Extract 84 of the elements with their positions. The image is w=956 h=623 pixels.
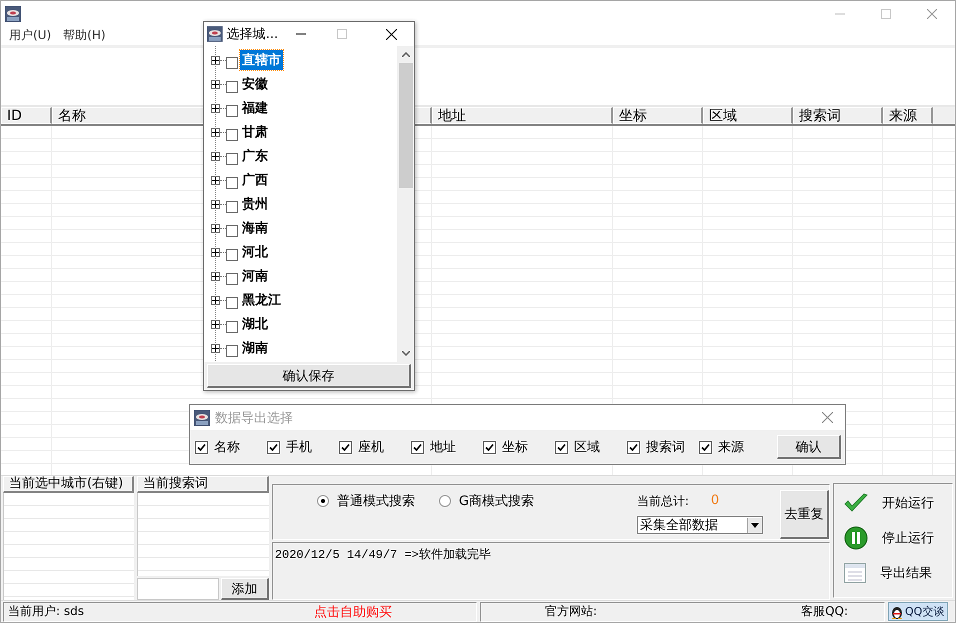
dropdown-arrow-icon bbox=[750, 522, 759, 528]
pause-icon bbox=[844, 526, 868, 550]
column-header[interactable]: 搜索词 bbox=[793, 107, 883, 124]
qq-chat-button[interactable]: QQ交谈 bbox=[888, 602, 948, 621]
checkbox[interactable] bbox=[226, 153, 238, 165]
tree-item[interactable]: 河北 bbox=[240, 242, 270, 262]
search-mode-radio[interactable]: 普通模式搜索 bbox=[316, 492, 415, 510]
checkbox[interactable] bbox=[226, 273, 238, 285]
checkbox[interactable] bbox=[226, 177, 238, 189]
action-button[interactable]: 导出结果 bbox=[844, 560, 952, 586]
app-icon bbox=[5, 6, 21, 22]
checkbox[interactable] bbox=[226, 57, 238, 69]
tree-item[interactable]: 海南 bbox=[240, 218, 270, 238]
scrollbar[interactable] bbox=[397, 46, 414, 362]
scroll-down-icon[interactable] bbox=[402, 351, 410, 356]
menu-item[interactable]: 帮助(H) bbox=[57, 27, 112, 44]
log-line: 2020/12/5 14/49/7 =>软件加载完毕 bbox=[274, 546, 492, 563]
column-header[interactable]: 当前搜索词 bbox=[136, 476, 269, 493]
tree-item[interactable]: 直辖市 bbox=[240, 50, 283, 70]
menu-item[interactable]: 用户(U) bbox=[3, 27, 58, 44]
tree-item[interactable]: 湖北 bbox=[240, 314, 270, 334]
export-field-checkbox[interactable]: 手机 bbox=[267, 438, 339, 456]
checkbox[interactable] bbox=[226, 297, 238, 309]
checkmark-icon bbox=[341, 442, 350, 452]
checkbox[interactable] bbox=[226, 81, 238, 93]
checkbox[interactable] bbox=[226, 321, 238, 333]
search-mode-radio[interactable]: G商模式搜索 bbox=[438, 492, 534, 510]
export-field-checkbox[interactable]: 搜索词 bbox=[627, 438, 699, 456]
tree-item[interactable]: 湖南 bbox=[240, 338, 270, 358]
tree-item[interactable]: 安徽 bbox=[240, 74, 270, 94]
tree-item[interactable]: 福建 bbox=[240, 98, 270, 118]
column-header[interactable]: 区域 bbox=[703, 107, 793, 124]
list-icon bbox=[844, 563, 866, 583]
tree-item[interactable]: 甘肃 bbox=[240, 122, 270, 142]
export-field-checkbox[interactable]: 坐标 bbox=[483, 438, 555, 456]
penguin-icon bbox=[891, 604, 903, 618]
action-button[interactable]: 停止运行 bbox=[844, 525, 952, 551]
checkbox[interactable] bbox=[226, 249, 238, 261]
total-count: 0 bbox=[710, 493, 720, 510]
column-header[interactable]: 来源 bbox=[883, 107, 933, 124]
close-icon[interactable] bbox=[386, 28, 397, 40]
scroll-up-icon[interactable] bbox=[402, 52, 410, 57]
checkmark-icon bbox=[485, 442, 494, 452]
checkmark-icon bbox=[413, 442, 422, 452]
export-field-checkbox[interactable]: 地址 bbox=[411, 438, 483, 456]
keyword-input[interactable] bbox=[136, 578, 219, 600]
tree-item[interactable]: 广西 bbox=[240, 170, 270, 190]
collect-dropdown[interactable]: 采集全部数据 bbox=[636, 516, 763, 534]
app-icon bbox=[207, 26, 223, 42]
checkmark-icon bbox=[844, 493, 868, 513]
export-field-checkbox[interactable]: 来源 bbox=[699, 438, 771, 456]
tree-item[interactable]: 广东 bbox=[240, 146, 270, 166]
tree-item[interactable]: 贵州 bbox=[240, 194, 270, 214]
action-button[interactable]: 开始运行 bbox=[844, 490, 952, 516]
tree-item[interactable]: 黑龙江 bbox=[240, 290, 283, 310]
checkbox[interactable] bbox=[226, 225, 238, 237]
current-user-text: 当前用户: sds bbox=[8, 603, 84, 620]
checkmark-icon bbox=[701, 442, 710, 452]
dialog-title: 数据导出选择 bbox=[215, 410, 293, 426]
checkmark-icon bbox=[557, 442, 566, 452]
save-button[interactable]: 确认保存 bbox=[207, 364, 411, 388]
checkbox[interactable] bbox=[226, 129, 238, 141]
app-icon bbox=[194, 410, 210, 426]
website-text: 官方网站: bbox=[545, 603, 598, 620]
checkmark-icon bbox=[269, 442, 278, 452]
column-header[interactable]: 坐标 bbox=[613, 107, 703, 124]
export-field-checkbox[interactable]: 区域 bbox=[555, 438, 627, 456]
support-qq-text: 客服QQ: bbox=[801, 603, 848, 620]
column-header[interactable]: ID bbox=[1, 107, 52, 124]
column-header[interactable]: 当前选中城市(右键) bbox=[3, 476, 134, 493]
checkmark-icon bbox=[629, 442, 638, 452]
confirm-button[interactable]: 确认 bbox=[777, 435, 841, 459]
checkbox[interactable] bbox=[226, 105, 238, 117]
checkbox[interactable] bbox=[226, 201, 238, 213]
total-label: 当前总计: bbox=[636, 493, 689, 510]
add-button[interactable]: 添加 bbox=[220, 578, 269, 600]
tree-item[interactable]: 河南 bbox=[240, 266, 270, 286]
checkmark-icon bbox=[197, 442, 206, 452]
checkbox[interactable] bbox=[226, 345, 238, 357]
export-field-checkbox[interactable]: 座机 bbox=[339, 438, 411, 456]
column-header[interactable]: 地址 bbox=[432, 107, 613, 124]
dialog-title: 选择城... bbox=[226, 26, 278, 43]
dedupe-button[interactable]: 去重复 bbox=[780, 490, 830, 539]
export-field-checkbox[interactable]: 名称 bbox=[195, 438, 267, 456]
